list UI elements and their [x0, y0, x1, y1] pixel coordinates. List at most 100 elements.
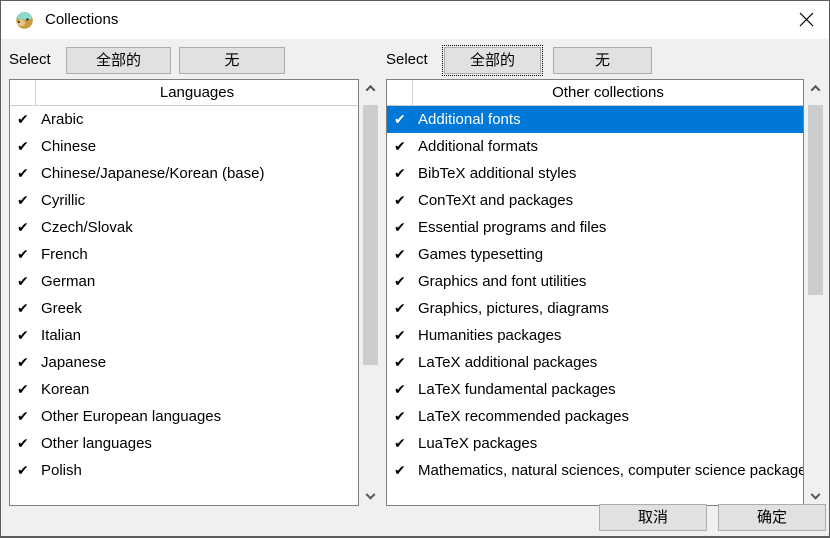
check-mark-icon: ✔ — [10, 106, 34, 133]
check-mark-icon: ✔ — [10, 403, 34, 430]
check-mark-icon: ✔ — [387, 430, 411, 457]
list-item[interactable]: ✔LuaTeX packages — [387, 430, 803, 457]
list-item-label: Essential programs and files — [411, 219, 606, 236]
list-item[interactable]: ✔Arabic — [10, 106, 358, 133]
right-select-all-button[interactable]: 全部的 — [444, 47, 541, 74]
list-item[interactable]: ✔Games typesetting — [387, 241, 803, 268]
window-title: Collections — [45, 1, 118, 39]
check-mark-icon: ✔ — [387, 214, 411, 241]
left-select-label: Select — [9, 46, 51, 73]
list-item-label: Korean — [34, 381, 89, 398]
list-item[interactable]: ✔Czech/Slovak — [10, 214, 358, 241]
collections-scrollbar-thumb[interactable] — [808, 105, 823, 295]
check-mark-icon: ✔ — [10, 187, 34, 214]
list-item[interactable]: ✔Chinese — [10, 133, 358, 160]
list-item[interactable]: ✔Essential programs and files — [387, 214, 803, 241]
list-item[interactable]: ✔Humanities packages — [387, 322, 803, 349]
list-item[interactable]: ✔Mathematics, natural sciences, computer… — [387, 457, 803, 484]
list-item-label: French — [34, 246, 88, 263]
list-item-label: Graphics and font utilities — [411, 273, 586, 290]
list-item[interactable]: ✔Other European languages — [10, 403, 358, 430]
left-select-all-button[interactable]: 全部的 — [66, 47, 171, 74]
title-bar: Collections — [1, 1, 829, 39]
scroll-down-icon[interactable] — [361, 488, 380, 506]
list-item-label: Other European languages — [34, 408, 221, 425]
list-item[interactable]: ✔French — [10, 241, 358, 268]
list-item[interactable]: ✔ConTeXt and packages — [387, 187, 803, 214]
scroll-up-icon[interactable] — [361, 79, 380, 97]
languages-scrollbar[interactable] — [361, 79, 380, 506]
list-item-label: LaTeX additional packages — [411, 354, 597, 371]
list-item[interactable]: ✔Other languages — [10, 430, 358, 457]
check-mark-icon: ✔ — [10, 349, 34, 376]
list-item[interactable]: ✔LaTeX recommended packages — [387, 403, 803, 430]
left-select-none-button[interactable]: 无 — [179, 47, 285, 74]
check-mark-icon: ✔ — [387, 322, 411, 349]
list-item-label: Mathematics, natural sciences, computer … — [411, 462, 803, 479]
check-mark-icon: ✔ — [387, 106, 411, 133]
list-item-label: Arabic — [34, 111, 84, 128]
column-separator — [412, 80, 413, 106]
languages-listbox: Languages ✔Arabic✔Chinese✔Chinese/Japane… — [9, 79, 359, 506]
languages-header-label: Languages — [36, 80, 358, 105]
list-item-label: Humanities packages — [411, 327, 561, 344]
list-item[interactable]: ✔Additional formats — [387, 133, 803, 160]
check-mark-icon: ✔ — [387, 241, 411, 268]
scroll-up-icon[interactable] — [806, 79, 825, 97]
check-mark-icon: ✔ — [387, 349, 411, 376]
check-mark-icon: ✔ — [387, 295, 411, 322]
check-mark-icon: ✔ — [387, 160, 411, 187]
check-mark-icon: ✔ — [387, 268, 411, 295]
list-item-label: Italian — [34, 327, 81, 344]
list-item[interactable]: ✔LaTeX fundamental packages — [387, 376, 803, 403]
check-mark-icon: ✔ — [10, 241, 34, 268]
list-item-label: Additional fonts — [411, 111, 521, 128]
list-item-label: German — [34, 273, 95, 290]
list-item[interactable]: ✔Cyrillic — [10, 187, 358, 214]
close-button[interactable] — [789, 4, 823, 34]
list-item[interactable]: ✔Korean — [10, 376, 358, 403]
list-item-label: Cyrillic — [34, 192, 85, 209]
list-item-label: LaTeX fundamental packages — [411, 381, 616, 398]
check-mark-icon: ✔ — [387, 376, 411, 403]
list-item[interactable]: ✔German — [10, 268, 358, 295]
collections-scrollbar[interactable] — [806, 79, 825, 506]
check-mark-icon: ✔ — [10, 430, 34, 457]
collections-list: ✔Additional fonts✔Additional formats✔Bib… — [387, 106, 803, 484]
list-item[interactable]: ✔LaTeX additional packages — [387, 349, 803, 376]
list-item-label: ConTeXt and packages — [411, 192, 573, 209]
collections-header-label: Other collections — [413, 80, 803, 105]
list-item[interactable]: ✔BibTeX additional styles — [387, 160, 803, 187]
check-mark-icon: ✔ — [387, 457, 411, 484]
check-mark-icon: ✔ — [10, 376, 34, 403]
languages-scrollbar-thumb[interactable] — [363, 105, 378, 365]
check-mark-icon: ✔ — [10, 295, 34, 322]
check-mark-icon: ✔ — [387, 403, 411, 430]
right-select-label: Select — [386, 46, 428, 73]
list-item[interactable]: ✔Greek — [10, 295, 358, 322]
list-item[interactable]: ✔Polish — [10, 457, 358, 484]
cancel-button[interactable]: 取消 — [599, 504, 707, 531]
list-item-label: BibTeX additional styles — [411, 165, 576, 182]
list-item-label: Czech/Slovak — [34, 219, 133, 236]
list-item-label: Japanese — [34, 354, 106, 371]
check-mark-icon: ✔ — [10, 214, 34, 241]
close-icon — [799, 12, 814, 27]
right-select-none-button[interactable]: 无 — [553, 47, 652, 74]
check-mark-icon: ✔ — [387, 187, 411, 214]
check-mark-icon: ✔ — [10, 160, 34, 187]
collections-list-header: Other collections — [387, 80, 803, 106]
list-item[interactable]: ✔Chinese/Japanese/Korean (base) — [10, 160, 358, 187]
list-item[interactable]: ✔Italian — [10, 322, 358, 349]
list-item[interactable]: ✔Additional fonts — [387, 106, 803, 133]
list-item[interactable]: ✔Graphics and font utilities — [387, 268, 803, 295]
column-separator — [35, 80, 36, 106]
ok-button[interactable]: 确定 — [718, 504, 826, 531]
list-item-label: Games typesetting — [411, 246, 543, 263]
list-item-label: Greek — [34, 300, 82, 317]
list-item[interactable]: ✔Graphics, pictures, diagrams — [387, 295, 803, 322]
list-item-label: Additional formats — [411, 138, 538, 155]
check-mark-icon: ✔ — [10, 268, 34, 295]
list-item-label: Graphics, pictures, diagrams — [411, 300, 609, 317]
list-item[interactable]: ✔Japanese — [10, 349, 358, 376]
